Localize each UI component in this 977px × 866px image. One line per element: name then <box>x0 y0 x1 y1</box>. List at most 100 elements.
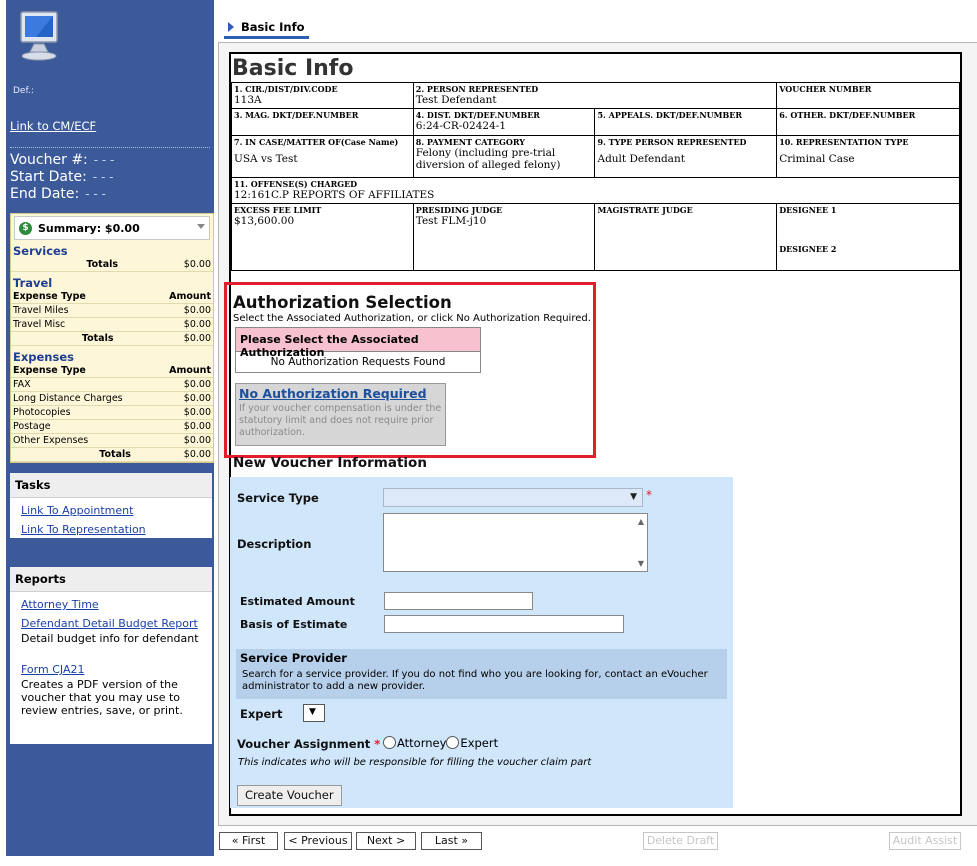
excess-value: $13,600.00 <box>234 215 295 227</box>
judge-label: PRESIDING JUDGE <box>415 205 503 215</box>
rep-type-value: Criminal Case <box>779 153 855 165</box>
auth-table: Please Select the Associated Authorizati… <box>235 327 481 373</box>
rep-type-label: 10. REPRESENTATION TYPE <box>779 137 909 147</box>
voucher-number-label: Voucher #: <box>10 152 88 168</box>
offense-label: 11. OFFENSE(S) CHARGED <box>234 179 358 189</box>
expense-type: FAX <box>11 377 155 392</box>
expenses-totals-label: Totals <box>11 447 155 462</box>
expense-amount: $0.00 <box>154 377 213 392</box>
defendant-budget-link[interactable]: Defendant Detail Budget Report <box>21 617 212 630</box>
judge-value: Test FLM-j10 <box>415 215 487 227</box>
travel-col-type: Expense Type <box>11 290 138 304</box>
create-voucher-button[interactable]: Create Voucher <box>237 785 342 806</box>
mag-cell: 3. MAG. DKT/DEF.NUMBER <box>231 108 414 136</box>
link-cmecf[interactable]: Link to CM/ECF <box>10 119 96 133</box>
case-label: 7. IN CASE/MATTER OF(Case Name) <box>234 137 399 147</box>
required-marker: * <box>646 488 652 502</box>
chevron-down-icon <box>197 224 205 229</box>
estimated-amount-input[interactable] <box>384 592 533 610</box>
type-person-value: Adult Defendant <box>597 153 685 165</box>
offense-cell: 11. OFFENSE(S) CHARGED 12:161C.P REPORTS … <box>231 177 960 204</box>
scroll-down-icon[interactable]: ▼ <box>638 559 644 568</box>
case-info-grid: 1. CIR./DIST/DIV.CODE 113A 2. PERSON REPR… <box>231 82 960 271</box>
delete-draft-button[interactable]: Delete Draft <box>643 832 718 850</box>
mag-label: 3. MAG. DKT/DEF.NUMBER <box>234 110 359 120</box>
tab-basic-info-label: Basic Info <box>241 20 305 34</box>
link-to-representation[interactable]: Link To Representation <box>21 523 212 536</box>
assignment-label: Voucher Assignment * <box>237 737 380 751</box>
auth-title: Authorization Selection <box>233 293 452 312</box>
designee-cell: DESIGNEE 1 DESIGNEE 2 <box>776 203 960 271</box>
type-person-cell: 9. TYPE PERSON REPRESENTED Adult Defendan… <box>594 135 778 178</box>
magistrate-cell: MAGISTRATE JUDGE <box>594 203 778 271</box>
no-authorization-button[interactable]: No Authorization Required If your vouche… <box>235 383 446 446</box>
excess-cell: EXCESS FEE LIMIT $13,600.00 <box>231 203 414 271</box>
voucher-info: Voucher #: - - - Start Date: - - - End Dat… <box>10 152 114 203</box>
service-provider-title: Service Provider <box>240 651 347 665</box>
payment-value: Felony (including pre-trial diversion of… <box>415 147 561 171</box>
expense-type: Travel Misc <box>11 317 138 332</box>
audit-assist-button[interactable]: Audit Assist <box>889 832 961 850</box>
other-label: 6. OTHER. DKT/DEF.NUMBER <box>779 110 916 120</box>
expense-amount: $0.00 <box>154 391 213 406</box>
end-date-value: - - - <box>85 187 106 201</box>
next-button[interactable]: Next > <box>356 832 416 850</box>
table-row: Other Expenses $0.00 <box>11 433 213 448</box>
tab-basic-info[interactable]: Basic Info <box>224 18 309 39</box>
expense-amount: $0.00 <box>137 303 213 318</box>
tasks-panel: Tasks Link To Appointment Link To Repres… <box>10 473 212 538</box>
dollar-icon: $ <box>19 221 32 235</box>
services-totals-label: Totals <box>11 258 143 272</box>
services-table: Totals $0.00 <box>11 258 213 272</box>
service-type-select[interactable]: ▼ <box>383 488 643 507</box>
person-cell: 2. PERSON REPRESENTED Test Defendant <box>412 82 778 109</box>
chevron-down-icon: ▼ <box>630 492 637 502</box>
travel-table: Expense Type Amount Travel Miles $0.00 Tra… <box>11 290 213 346</box>
voucher-number-cell: VOUCHER NUMBER <box>776 82 960 109</box>
expenses-totals-value: $0.00 <box>154 447 213 462</box>
attorney-time-link[interactable]: Attorney Time <box>21 598 212 611</box>
monitor-icon <box>20 11 58 61</box>
new-voucher-form: Service Type ▼ * Description ▲ ▼ Estimat… <box>230 477 733 808</box>
defendant-label: Def.: <box>13 86 34 96</box>
last-button[interactable]: Last » <box>421 832 482 850</box>
summary-dropdown[interactable]: $ Summary: $0.00 <box>14 216 210 240</box>
link-to-appointment[interactable]: Link To Appointment <box>21 504 212 517</box>
table-row: Photocopies $0.00 <box>11 405 213 420</box>
expert-select[interactable]: ▼ <box>303 704 325 722</box>
expenses-col-amount: Amount <box>154 364 213 378</box>
description-textarea[interactable]: ▲ ▼ <box>383 513 648 572</box>
dist-cell: 4. DIST. DKT/DEF.NUMBER 6:24-CR-02424-1 <box>412 108 596 136</box>
service-type-label: Service Type <box>237 491 319 505</box>
cir-label: 1. CIR./DIST/DIV.CODE <box>234 84 338 94</box>
cir-cell: 1. CIR./DIST/DIV.CODE 113A <box>231 82 414 109</box>
scroll-up-icon[interactable]: ▲ <box>638 517 644 526</box>
sidebar: Def.: Link to CM/ECF Voucher #: - - - Sta… <box>6 0 214 856</box>
tasks-title: Tasks <box>10 473 212 498</box>
previous-button[interactable]: < Previous <box>284 832 352 850</box>
dist-label: 4. DIST. DKT/DEF.NUMBER <box>415 110 540 120</box>
auth-subtitle: Select the Associated Authorization, or … <box>233 313 591 324</box>
expense-amount: $0.00 <box>137 317 213 332</box>
radio-attorney[interactable]: Attorney <box>383 736 446 750</box>
no-auth-link[interactable]: No Authorization Required <box>239 386 442 401</box>
designee2-label: DESIGNEE 2 <box>779 244 837 254</box>
first-button[interactable]: « First <box>219 832 278 850</box>
expense-type: Other Expenses <box>11 433 155 448</box>
basis-input[interactable] <box>384 615 624 633</box>
radio-circle[interactable] <box>446 736 460 749</box>
travel-col-amount: Amount <box>137 290 213 304</box>
expenses-table: Expense Type Amount FAX $0.00 Long Distanc… <box>11 364 213 462</box>
payment-cell: 8. PAYMENT CATEGORY Felony (including pre… <box>412 135 596 178</box>
person-value: Test Defendant <box>415 94 497 106</box>
rep-type-cell: 10. REPRESENTATION TYPE Criminal Case <box>776 135 960 178</box>
service-provider-desc: Search for a service provider. If you do… <box>242 669 708 692</box>
excess-label: EXCESS FEE LIMIT <box>234 205 322 215</box>
form-cja21-link[interactable]: Form CJA21 <box>21 663 212 676</box>
case-value: USA vs Test <box>234 153 298 165</box>
authorization-section: Authorization Selection Select the Assoc… <box>224 282 596 458</box>
radio-expert[interactable]: Expert <box>446 736 498 750</box>
expense-type: Travel Miles <box>11 303 138 318</box>
radio-circle[interactable] <box>383 736 396 749</box>
judge-cell: PRESIDING JUDGE Test FLM-j10 <box>412 203 596 271</box>
